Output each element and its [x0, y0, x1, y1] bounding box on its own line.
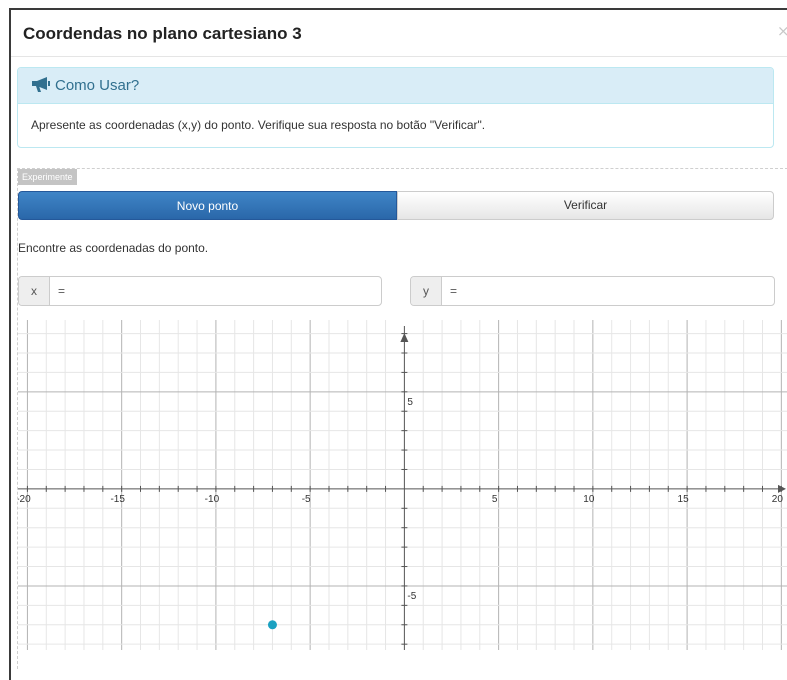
y-tick-label: 5: [407, 397, 413, 408]
x-input[interactable]: [50, 277, 381, 305]
x-tick-label: 15: [678, 494, 690, 505]
x-label: x: [19, 277, 50, 305]
x-tick-label: -15: [110, 494, 125, 505]
help-panel-heading: Como Usar?: [18, 68, 773, 104]
plotted-point: [267, 620, 277, 630]
check-button[interactable]: Verificar: [397, 191, 774, 220]
y-input-group: y: [410, 276, 775, 306]
experiment-label: Experimente: [18, 169, 77, 185]
x-tick-label: 5: [492, 494, 498, 505]
y-axis-arrow: [400, 333, 409, 342]
x-input-group: x: [18, 276, 382, 306]
new-point-button[interactable]: Novo ponto: [18, 191, 397, 220]
help-panel-body: Apresente as coordenadas (x,y) do ponto.…: [31, 118, 486, 132]
modal-header: Coordendas no plano cartesiano 3 ×: [11, 10, 787, 57]
x-tick-label: 10: [583, 494, 595, 505]
megaphone-icon: [31, 76, 51, 98]
y-tick-label: -5: [407, 591, 416, 602]
x-tick-label: -10: [205, 494, 220, 505]
x-axis-arrow: [778, 484, 786, 493]
cartesian-plane[interactable]: -20 -15 -10 -5 5 10 15 20 5 -5: [18, 320, 787, 650]
x-tick-label: -20: [18, 494, 31, 505]
y-input[interactable]: [442, 277, 774, 305]
instruction-text: Encontre as coordenadas do ponto.: [18, 241, 209, 255]
modal-title: Coordendas no plano cartesiano 3: [23, 24, 302, 43]
help-panel-title: Como Usar?: [55, 77, 140, 94]
close-button[interactable]: ×: [777, 22, 787, 40]
x-tick-label: -5: [302, 494, 311, 505]
x-tick-label: 20: [772, 494, 784, 505]
help-panel: Como Usar? Apresente as coordenadas (x,y…: [17, 67, 774, 148]
y-label: y: [411, 277, 442, 305]
